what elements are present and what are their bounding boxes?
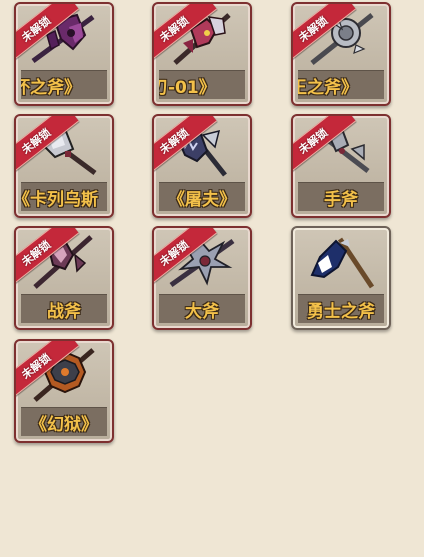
weapon-name: 大斧 bbox=[185, 301, 219, 322]
weapon-name-bar: 《屠夫》 bbox=[159, 182, 245, 211]
weapon-name-bar: 刃-01》 bbox=[159, 70, 245, 99]
weapon-name: 手斧 bbox=[324, 189, 358, 210]
weapon-name: 《幻狱》 bbox=[30, 414, 98, 435]
weapon-image bbox=[298, 233, 384, 291]
weapon-card[interactable]: 《卡列乌斯 未解锁 bbox=[14, 114, 114, 218]
weapon-name: 《屠夫》 bbox=[168, 189, 236, 210]
weapon-card[interactable]: 《屠夫》 未解锁 bbox=[152, 114, 252, 218]
weapon-card[interactable]: 勇士之斧 bbox=[291, 226, 391, 330]
weapon-name: 坏之斧》 bbox=[21, 77, 81, 98]
weapon-card[interactable]: 大斧 未解锁 bbox=[152, 226, 252, 330]
weapon-name-bar: 王之斧》 bbox=[298, 70, 384, 99]
weapon-card[interactable]: 刃-01》 未解锁 bbox=[152, 2, 252, 106]
weapon-card[interactable]: 战斧 未解锁 bbox=[14, 226, 114, 330]
weapon-name: 战斧 bbox=[47, 301, 81, 322]
weapon-name: 王之斧》 bbox=[298, 77, 358, 98]
weapon-name-bar: 坏之斧》 bbox=[21, 70, 107, 99]
weapon-name-bar: 勇士之斧 bbox=[298, 294, 384, 323]
weapon-name: 勇士之斧 bbox=[307, 301, 375, 322]
weapon-grid: 坏之斧》 未解锁 刃-01》 未解锁 bbox=[0, 0, 424, 557]
warrior-axe-icon bbox=[310, 237, 375, 289]
weapon-card[interactable]: 坏之斧》 未解锁 bbox=[14, 2, 114, 106]
weapon-name-bar: 《幻狱》 bbox=[21, 407, 107, 436]
weapon-name-bar: 手斧 bbox=[298, 182, 384, 211]
weapon-card[interactable]: 手斧 未解锁 bbox=[291, 114, 391, 218]
weapon-card[interactable]: 王之斧》 未解锁 bbox=[291, 2, 391, 106]
weapon-name: 刃-01》 bbox=[159, 77, 216, 98]
weapon-name-bar: 战斧 bbox=[21, 294, 107, 323]
weapon-name: 《卡列乌斯 bbox=[21, 189, 98, 210]
weapon-card[interactable]: 《幻狱》 未解锁 bbox=[14, 339, 114, 443]
weapon-name-bar: 《卡列乌斯 bbox=[21, 182, 107, 211]
weapon-name-bar: 大斧 bbox=[159, 294, 245, 323]
